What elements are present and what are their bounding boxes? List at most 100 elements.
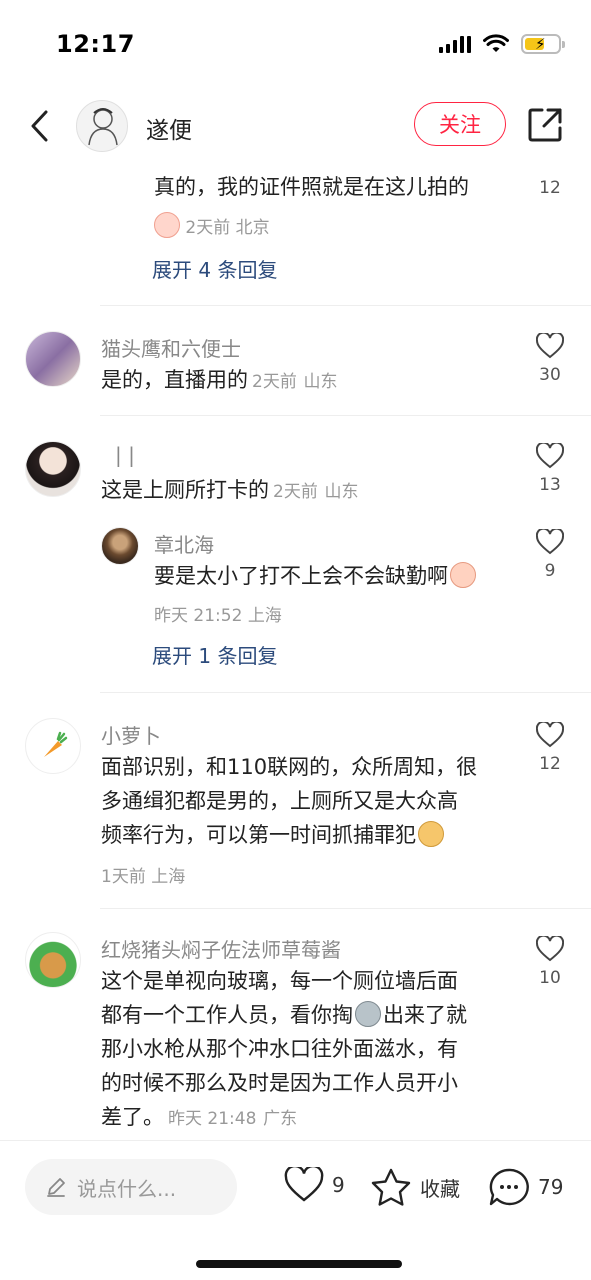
comment-text: 是的，直播用的 2天前 山东	[101, 363, 338, 399]
comment-nickname[interactable]: 小萝卜	[101, 720, 161, 749]
like-count: 9	[544, 561, 556, 581]
comment-line: 这个是单视向玻璃，每一个厕位墙后面	[101, 969, 458, 993]
expand-replies-link[interactable]: 展开 1 条回复	[152, 640, 277, 669]
comment-line: 那小水枪从那个冲水口往外面滋水，有	[101, 1037, 458, 1061]
reply-body: 要是太小了打不上会不会缺勤啊	[154, 564, 448, 588]
expand-replies-link[interactable]: 展开 4 条回复	[152, 254, 277, 283]
author-avatar[interactable]	[76, 100, 128, 152]
comment-time: 1天前	[101, 867, 146, 887]
comment-nickname[interactable]: 红烧猪头焖子佐法师草莓酱	[101, 934, 341, 963]
comment-line: 面部识别，和110联网的，众所周知，很	[101, 755, 478, 779]
reply-location: 上海	[247, 606, 282, 626]
carrot-icon	[44, 731, 68, 757]
comment-line: 频率行为，可以第一时间抓捕罪犯	[101, 818, 444, 852]
like-button[interactable]: 12	[532, 722, 568, 774]
comment-time: 昨天 21:48	[168, 1109, 257, 1129]
like-count: 10	[539, 968, 561, 988]
comment-item: 小萝卜 面部识别，和110联网的，众所周知，很 多通缉犯都是男的，上厕所又是大众…	[0, 712, 591, 908]
battery-icon: ⚡	[521, 34, 565, 54]
comment-location: 上海	[151, 867, 186, 887]
comment-input[interactable]: 说点什么...	[25, 1159, 237, 1215]
share-icon	[528, 108, 562, 142]
heart-icon	[536, 936, 564, 962]
heart-icon	[536, 529, 564, 555]
bird-sticker-icon	[355, 1001, 381, 1027]
crying-sticker-icon	[450, 562, 476, 588]
like-count: 13	[539, 475, 561, 495]
comment-line: 差了。 昨天 21:48 广东	[101, 1100, 297, 1136]
share-button[interactable]	[526, 106, 564, 144]
comment-body: 这是上厕所打卡的	[101, 478, 269, 502]
comment-nickname[interactable]: 猫头鹰和六便士	[101, 333, 241, 362]
bottom-action-bar: 说点什么... 9 收藏 79	[0, 1140, 591, 1280]
divider	[100, 692, 591, 693]
user-avatar[interactable]	[25, 932, 81, 988]
comment-location: 北京	[235, 218, 270, 238]
like-count: 12	[539, 178, 561, 198]
comment-feed[interactable]: 真的，我的证件照就是在这儿拍的 2天前 北京 12 展开 4 条回复 猫头鹰和六…	[0, 160, 591, 1140]
comment-time: 2天前	[185, 218, 231, 238]
like-action[interactable]: 9	[284, 1167, 345, 1203]
comment-item: | | 这是上厕所打卡的 2天前 山东 13 章北海 要是太小了打不上会不会缺勤啊…	[0, 435, 591, 690]
back-button[interactable]	[22, 106, 58, 146]
pencil-icon	[47, 1178, 65, 1197]
divider	[100, 305, 591, 306]
status-time: 12:17	[56, 30, 135, 58]
reply-time: 昨天 21:52	[154, 606, 243, 626]
comment-line: 都有一个工作人员，看你掏 出来了就	[101, 998, 467, 1032]
follow-button[interactable]: 关注	[414, 102, 506, 146]
like-button[interactable]: 9	[532, 529, 568, 581]
comment-body: 都有一个工作人员，看你掏	[101, 1003, 353, 1027]
reply-avatar[interactable]	[101, 527, 139, 565]
comment-meta: 2天前 北京	[154, 212, 270, 238]
comment-text: 这是上厕所打卡的 2天前 山东	[101, 473, 359, 509]
comment-line: 的时候不那么及时是因为工作人员开小	[101, 1071, 458, 1095]
like-button[interactable]: 12	[532, 178, 568, 198]
cellular-signal-icon	[439, 35, 471, 53]
reply-text: 要是太小了打不上会不会缺勤啊	[154, 559, 476, 593]
comment-action[interactable]: 79	[488, 1167, 563, 1207]
comment-body: 是的，直播用的	[101, 368, 248, 392]
puppy-sticker-icon	[418, 821, 444, 847]
comment-body: 频率行为，可以第一时间抓捕罪犯	[101, 823, 416, 847]
comment-time: 2天前	[252, 372, 297, 392]
heart-icon	[536, 333, 564, 359]
comment-nickname[interactable]: | |	[115, 443, 135, 467]
heart-icon	[536, 443, 564, 469]
wifi-icon	[483, 34, 509, 52]
comment-text: 真的，我的证件照就是在这儿拍的	[154, 175, 469, 199]
reply-meta: 昨天 21:52 上海	[154, 601, 282, 626]
comment-time: 2天前	[273, 482, 318, 502]
like-button[interactable]: 13	[532, 443, 568, 495]
comment-meta: 1天前 上海	[101, 862, 185, 887]
user-avatar[interactable]	[25, 441, 81, 497]
comment-bubble-icon	[489, 1168, 529, 1206]
comment-body: 出来了就	[383, 1003, 467, 1027]
comment-item: 猫头鹰和六便士 是的，直播用的 2天前 山东 30	[0, 325, 591, 415]
like-count: 30	[539, 365, 561, 385]
like-count: 12	[539, 754, 561, 774]
user-avatar[interactable]	[25, 718, 81, 774]
author-name[interactable]: 遂便	[146, 111, 192, 145]
comment-input-placeholder: 说点什么...	[77, 1176, 177, 1201]
comment-item: 红烧猪头焖子佐法师草莓酱 这个是单视向玻璃，每一个厕位墙后面 都有一个工作人员，…	[0, 928, 591, 1140]
heart-icon	[284, 1167, 324, 1202]
collect-action[interactable]: 收藏	[370, 1167, 460, 1207]
status-bar: 12:17 ⚡	[0, 0, 591, 90]
like-total: 9	[332, 1173, 345, 1197]
status-icons: ⚡	[439, 34, 565, 54]
like-button[interactable]: 30	[532, 333, 568, 385]
reply-nickname[interactable]: 章北海	[154, 529, 214, 558]
comment-item: 真的，我的证件照就是在这儿拍的 2天前 北京 12 展开 4 条回复	[0, 160, 591, 305]
heart-icon	[536, 722, 564, 748]
chevron-left-icon	[31, 110, 48, 142]
user-avatar[interactable]	[25, 331, 81, 387]
home-indicator[interactable]	[196, 1260, 402, 1268]
comment-location: 山东	[324, 482, 359, 502]
sticker-emoji-icon	[154, 212, 180, 238]
like-button[interactable]: 10	[532, 936, 568, 988]
collect-label: 收藏	[420, 1176, 460, 1201]
comment-total: 79	[538, 1175, 564, 1199]
comment-line: 多通缉犯都是男的，上厕所又是大众高	[101, 789, 458, 813]
avatar-sketch-icon	[88, 108, 118, 146]
